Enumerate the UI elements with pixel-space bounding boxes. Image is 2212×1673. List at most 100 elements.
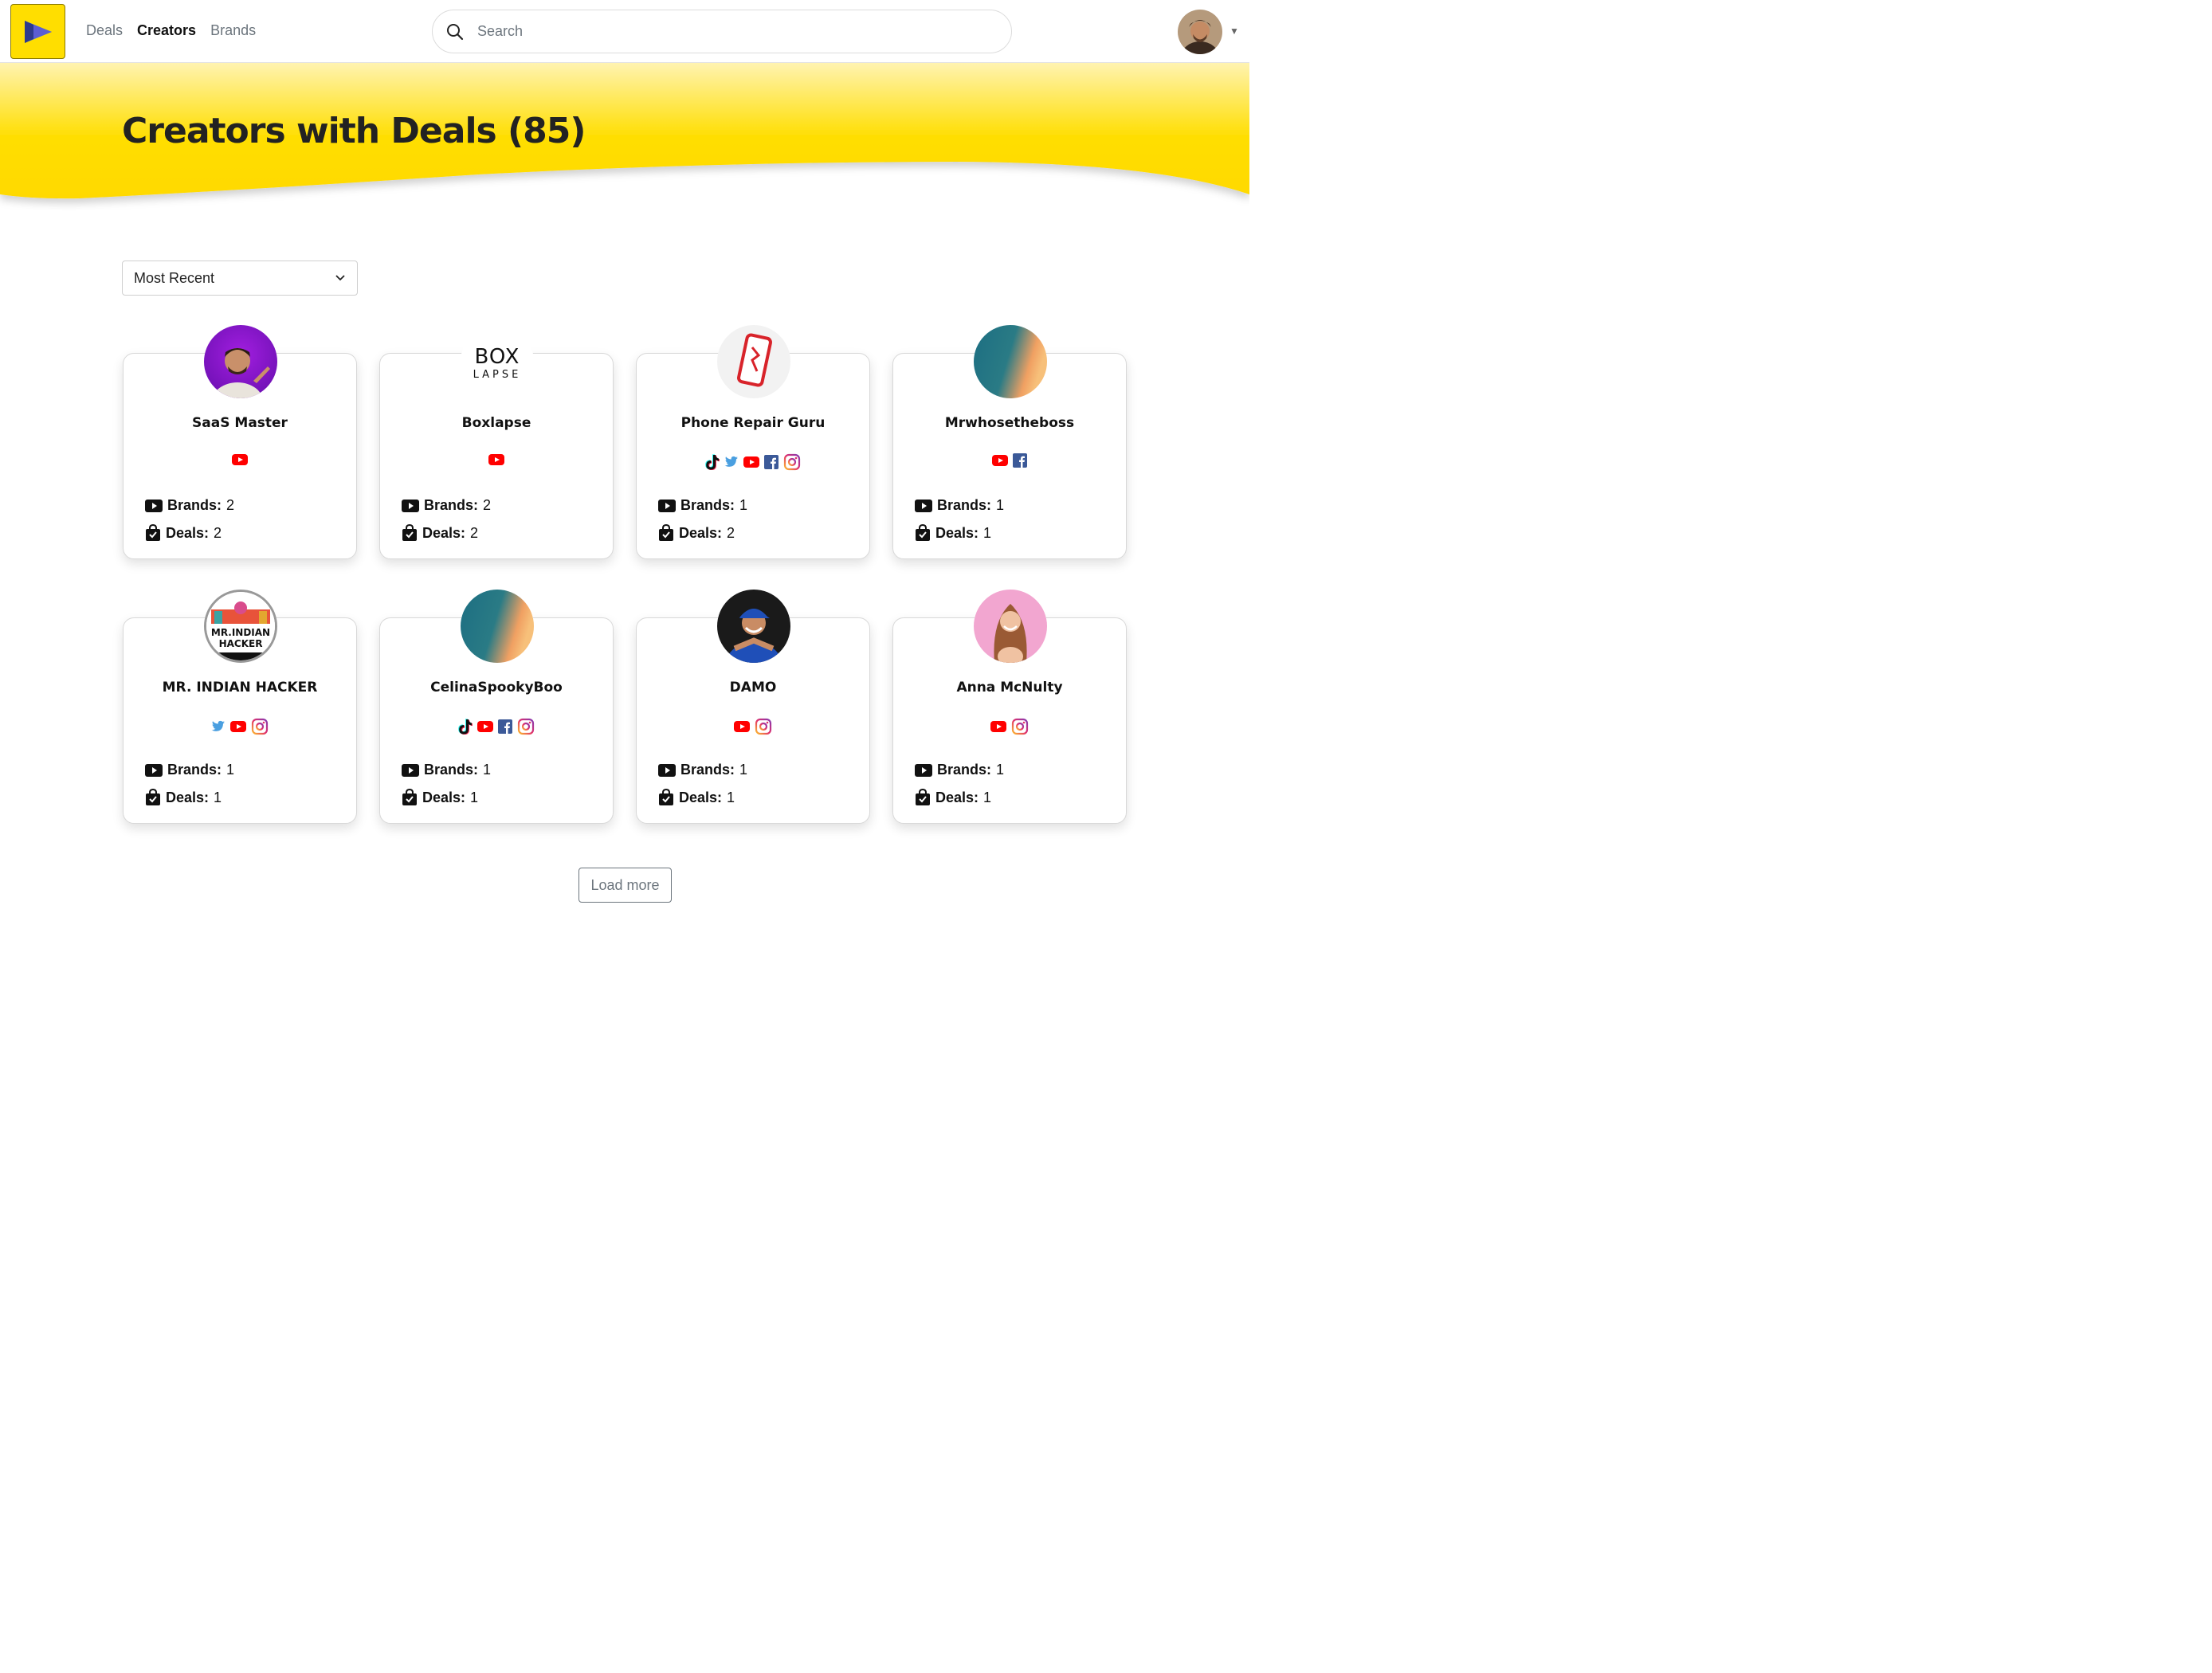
instagram-icon[interactable]: [251, 718, 269, 735]
deals-count: Deals: 2: [402, 524, 478, 542]
youtube-icon[interactable]: [477, 718, 493, 735]
creator-card[interactable]: Anna McNulty Brands: 1 Deals: 1: [892, 590, 1127, 824]
deals-label: Deals:: [422, 524, 466, 541]
chevron-down-icon[interactable]: ▼: [1230, 25, 1239, 37]
deals-label: Deals:: [679, 524, 723, 541]
deals-count: Deals: 1: [915, 789, 991, 806]
brands-label: Brands:: [167, 497, 222, 513]
creator-card[interactable]: CelinaSpookyBoo Brands: 1 Deals: 1: [379, 590, 614, 824]
creator-card[interactable]: Mrwhosetheboss Brands: 1 Deals: 1: [892, 325, 1127, 559]
twitter-icon[interactable]: [211, 718, 226, 735]
tiktok-icon[interactable]: [705, 453, 720, 471]
svg-text:LAPSE: LAPSE: [473, 369, 522, 381]
brands-value: 2: [483, 497, 492, 513]
video-play-icon: [145, 499, 163, 513]
deals-count: Deals: 1: [402, 789, 478, 806]
instagram-icon[interactable]: [1011, 718, 1029, 735]
deals-label: Deals:: [679, 789, 723, 805]
brands-label: Brands:: [424, 762, 479, 778]
creator-name[interactable]: DAMO: [637, 680, 869, 695]
youtube-icon[interactable]: [743, 453, 759, 471]
load-more-button[interactable]: Load more: [578, 868, 672, 903]
youtube-icon[interactable]: [232, 453, 248, 466]
nav-deals[interactable]: Deals: [86, 22, 123, 39]
facebook-icon[interactable]: [498, 718, 512, 735]
video-play-icon: [402, 499, 419, 513]
video-play-icon: [915, 763, 932, 778]
creator-card[interactable]: Phone Repair Guru Brands: 1 Deals: 2: [636, 325, 870, 559]
creator-name[interactable]: Anna McNulty: [893, 680, 1126, 695]
brands-count: Brands: 1: [658, 497, 747, 514]
video-play-icon: [915, 499, 932, 513]
creator-avatar: MR.INDIAN HACKER: [204, 590, 277, 663]
creator-name[interactable]: Phone Repair Guru: [637, 415, 869, 431]
creator-name[interactable]: MR. INDIAN HACKER: [124, 680, 356, 695]
creator-avatar: [974, 325, 1047, 398]
instagram-icon[interactable]: [517, 718, 535, 735]
youtube-icon[interactable]: [990, 718, 1006, 735]
sort-selected-value: Most Recent: [134, 269, 215, 286]
brands-count: Brands: 1: [402, 762, 491, 778]
facebook-icon[interactable]: [764, 453, 779, 471]
instagram-icon[interactable]: [783, 453, 801, 471]
brands-label: Brands:: [167, 762, 222, 778]
deals-label: Deals:: [166, 524, 210, 541]
sort-select[interactable]: Most Recent: [122, 261, 358, 296]
hero-banner: Creators with Deals (85): [0, 63, 1249, 210]
youtube-icon[interactable]: [992, 453, 1008, 468]
nav-brands[interactable]: Brands: [210, 22, 256, 39]
deals-value: 1: [470, 789, 479, 805]
shopping-bag-icon: [145, 789, 161, 806]
creator-card[interactable]: BOX LAPSE Boxlapse Brands: 2 Deals: 2: [379, 325, 614, 559]
deals-value: 1: [983, 789, 992, 805]
play-logo-icon: [24, 20, 52, 43]
deals-value: 2: [470, 524, 479, 541]
creator-name[interactable]: SaaS Master: [124, 415, 356, 431]
creator-avatar: [204, 325, 277, 398]
deals-count: Deals: 1: [915, 524, 991, 542]
brands-label: Brands:: [937, 762, 992, 778]
deals-value: 1: [983, 524, 992, 541]
app-logo[interactable]: [10, 4, 65, 59]
creator-name[interactable]: CelinaSpookyBoo: [380, 680, 613, 695]
creator-name[interactable]: Mrwhosetheboss: [893, 415, 1126, 431]
youtube-icon[interactable]: [734, 718, 750, 735]
svg-text:HACKER: HACKER: [219, 638, 263, 649]
brands-count: Brands: 2: [145, 497, 234, 514]
deals-count: Deals: 2: [145, 524, 222, 542]
deals-label: Deals:: [935, 524, 979, 541]
deals-count: Deals: 1: [658, 789, 735, 806]
video-play-icon: [402, 763, 419, 778]
brands-count: Brands: 1: [145, 762, 234, 778]
creator-card[interactable]: DAMO Brands: 1 Deals: 1: [636, 590, 870, 824]
chevron-down-icon: [335, 275, 345, 281]
user-avatar[interactable]: [1178, 10, 1222, 54]
social-icons: [124, 453, 356, 466]
brands-label: Brands:: [937, 497, 992, 513]
nav-creators[interactable]: Creators: [137, 22, 196, 39]
social-icons: [380, 718, 613, 735]
creator-name[interactable]: Boxlapse: [380, 415, 613, 431]
boxlapse-logo: BOX LAPSE: [461, 325, 534, 398]
social-icons: [637, 453, 869, 471]
creator-avatar: [717, 325, 790, 398]
social-icons: [893, 718, 1126, 735]
creator-card[interactable]: SaaS Master Brands: 2 Deals: 2: [123, 325, 357, 559]
twitter-icon[interactable]: [724, 453, 739, 471]
creator-avatar: BOX LAPSE: [461, 325, 534, 398]
shopping-bag-icon: [915, 789, 931, 806]
deals-count: Deals: 2: [658, 524, 735, 542]
instagram-icon[interactable]: [755, 718, 772, 735]
search-input[interactable]: [477, 23, 955, 40]
social-icons: [893, 453, 1126, 468]
tiktok-icon[interactable]: [458, 718, 473, 735]
search-icon: [433, 23, 477, 41]
facebook-icon[interactable]: [1013, 453, 1027, 468]
creator-card[interactable]: MR.INDIAN HACKER MR. INDIAN HACKER Brand…: [123, 590, 357, 824]
mr-indian-hacker-logo: MR.INDIAN HACKER: [206, 592, 275, 660]
deals-label: Deals:: [166, 789, 210, 805]
social-icons: [124, 718, 356, 735]
youtube-icon[interactable]: [488, 453, 504, 466]
social-icons: [637, 718, 869, 735]
youtube-icon[interactable]: [230, 718, 246, 735]
